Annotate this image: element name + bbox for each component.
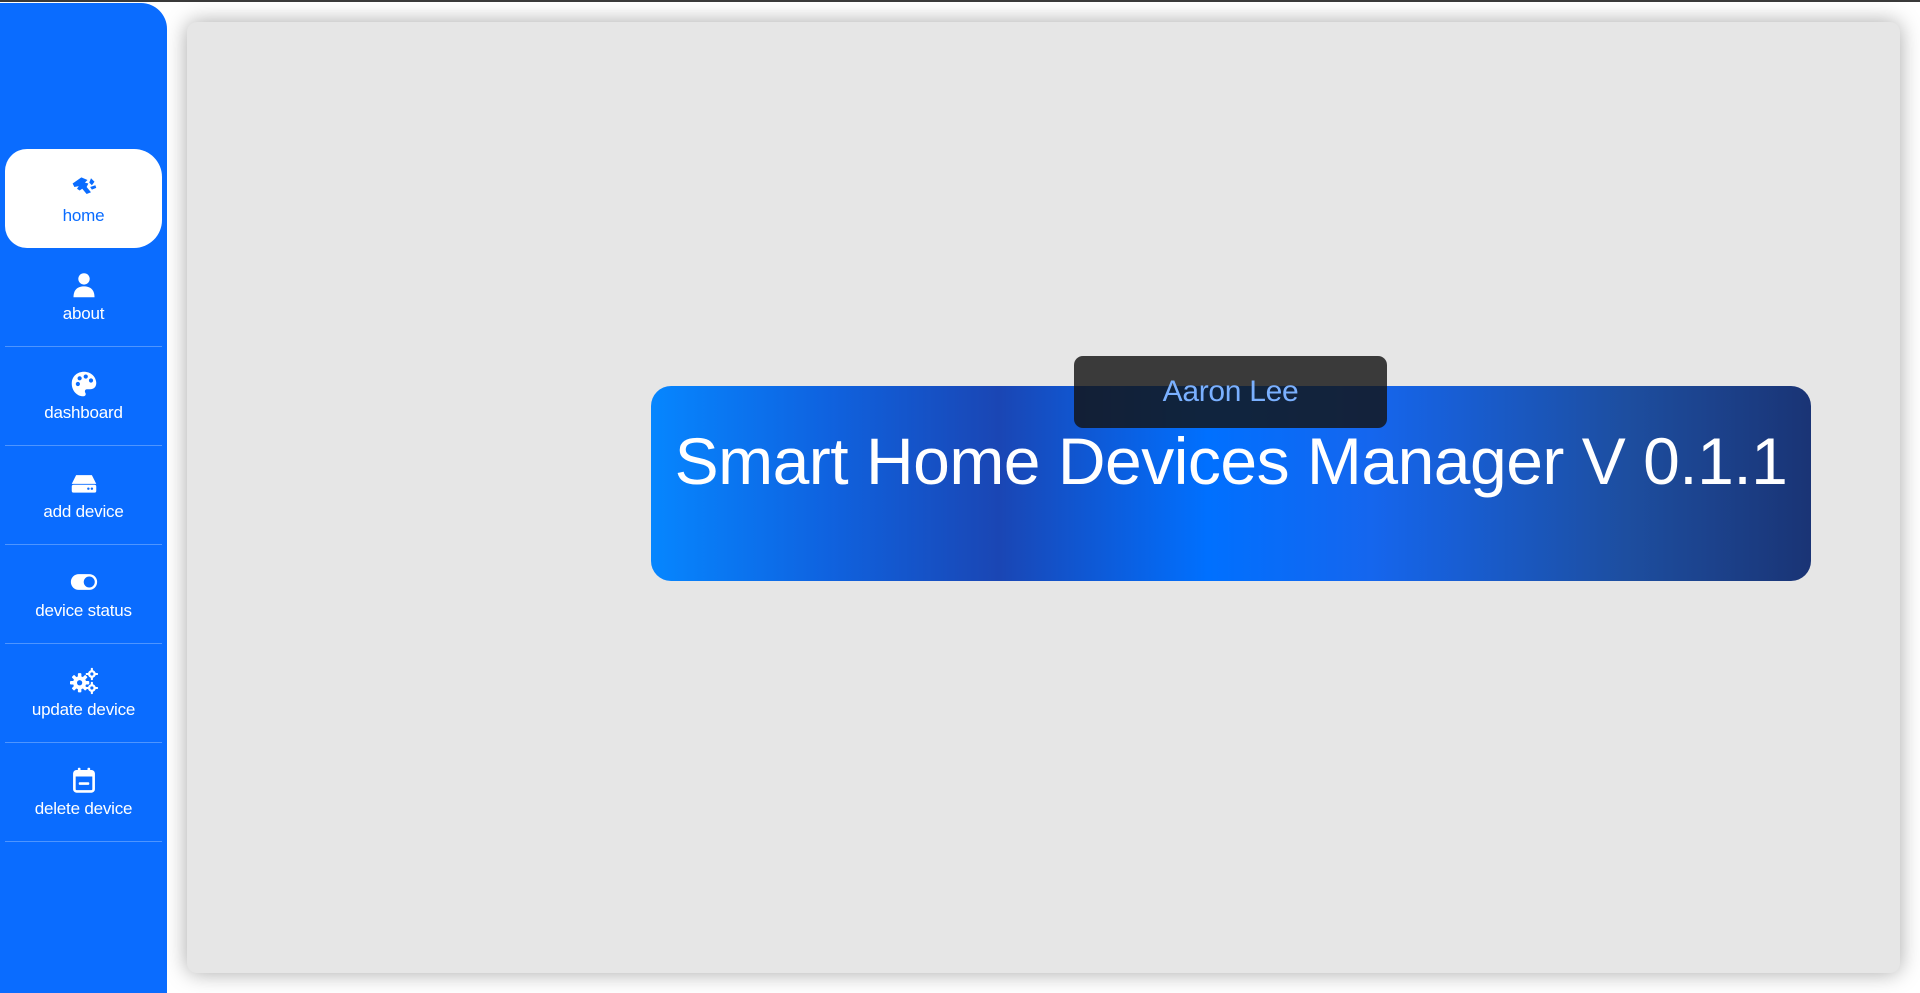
- sidebar-item-label: dashboard: [44, 403, 123, 422]
- calendar-minus-icon: [69, 765, 99, 795]
- sidebar-nav: home about dashboard add device device s…: [5, 149, 162, 842]
- hard-drive-icon: [69, 468, 99, 498]
- author-name: Aaron Lee: [1162, 375, 1299, 408]
- main-content: Smart Home Devices Manager V 0.1.1 Aaron…: [187, 22, 1900, 973]
- user-icon: [69, 270, 99, 300]
- sidebar: home about dashboard add device device s…: [0, 3, 167, 993]
- hand-icon: [69, 172, 99, 202]
- page-title: Smart Home Devices Manager V 0.1.1: [674, 424, 1788, 499]
- window-top-border: [0, 0, 1920, 2]
- sidebar-item-home[interactable]: home: [5, 149, 162, 248]
- sidebar-item-label: update device: [31, 700, 136, 719]
- sidebar-item-update-device[interactable]: update device: [5, 644, 162, 743]
- sidebar-item-add-device[interactable]: add device: [5, 446, 162, 545]
- sidebar-item-label: about: [62, 304, 105, 323]
- sidebar-item-about[interactable]: about: [5, 248, 162, 347]
- gears-icon: [69, 666, 99, 696]
- sidebar-item-label: add device: [43, 502, 124, 521]
- toggle-icon: [69, 567, 99, 597]
- sidebar-item-label: device status: [35, 601, 132, 620]
- author-badge: Aaron Lee: [1074, 356, 1387, 428]
- sidebar-item-dashboard[interactable]: dashboard: [5, 347, 162, 446]
- sidebar-item-delete-device[interactable]: delete device: [5, 743, 162, 842]
- sidebar-item-label: home: [62, 205, 105, 225]
- sidebar-item-device-status[interactable]: device status: [5, 545, 162, 644]
- palette-icon: [69, 369, 99, 399]
- sidebar-item-label: delete device: [34, 799, 133, 818]
